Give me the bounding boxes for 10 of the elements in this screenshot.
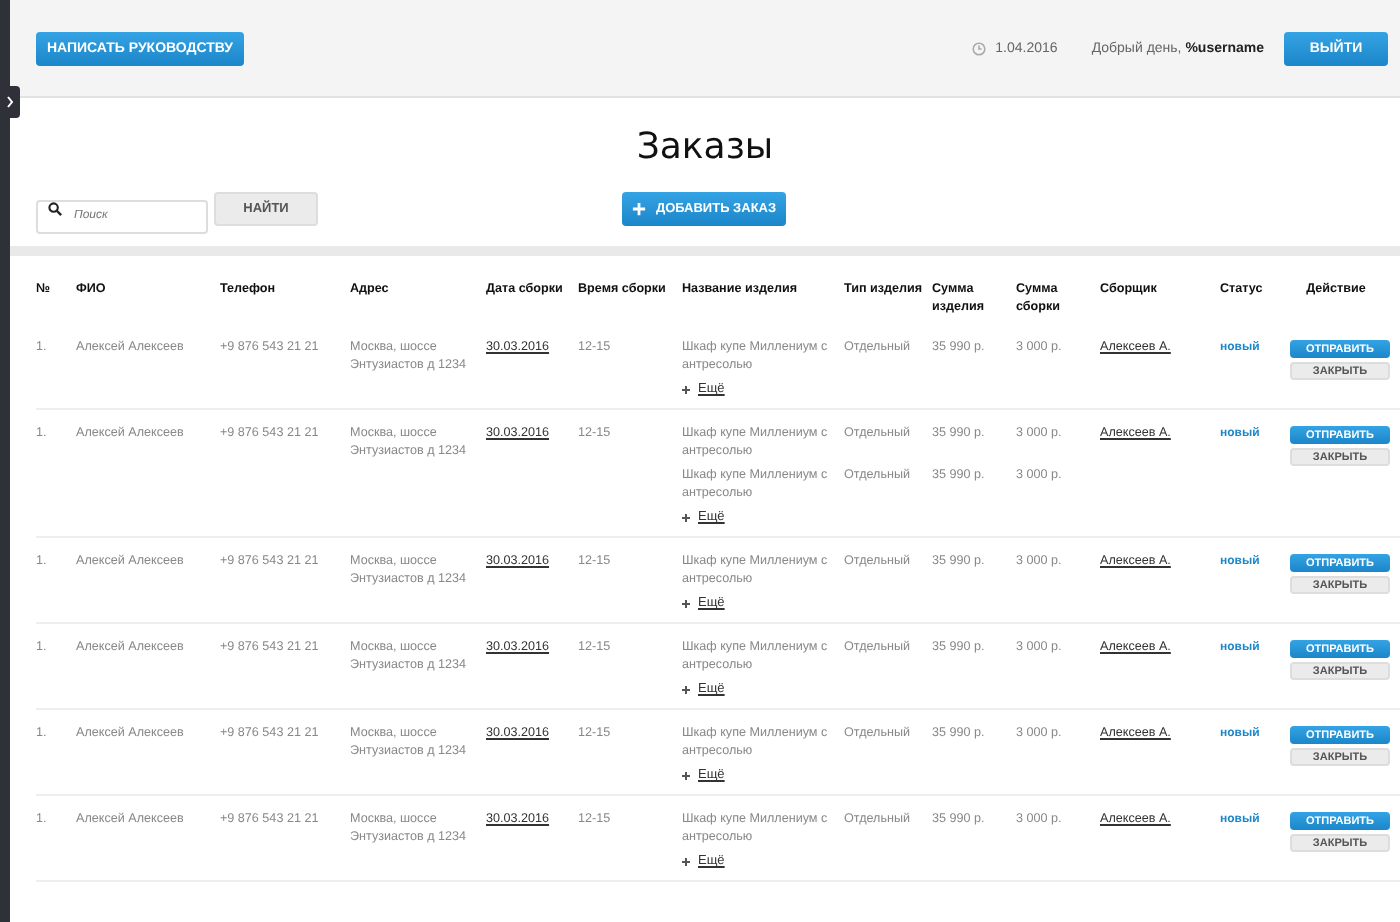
plus-icon bbox=[682, 857, 690, 865]
plus-icon bbox=[682, 685, 690, 693]
plus-icon bbox=[682, 771, 690, 779]
page-title: Заказы bbox=[634, 126, 776, 170]
plus-icon bbox=[631, 202, 646, 216]
chevron-icon bbox=[6, 96, 14, 108]
plus-icon bbox=[682, 513, 690, 521]
plus-icon bbox=[682, 385, 690, 393]
plus-icon bbox=[682, 599, 690, 607]
clock-icon bbox=[971, 41, 986, 55]
